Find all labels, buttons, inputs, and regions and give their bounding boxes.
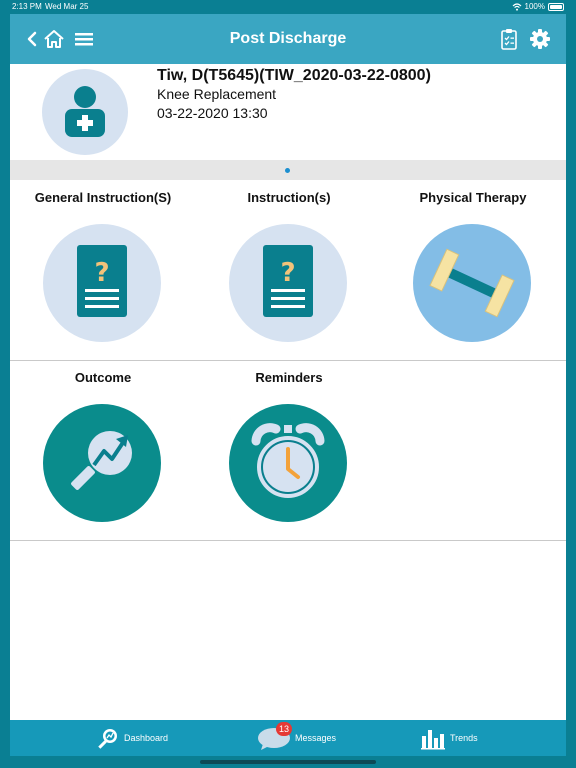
header-bar: Post Discharge: [10, 14, 566, 64]
tab-dashboard[interactable]: Dashboard: [96, 720, 168, 756]
tile-physical-therapy[interactable]: Physical Therapy: [380, 180, 566, 360]
tab-trends-label: Trends: [450, 733, 478, 743]
document-question-icon: ?: [263, 245, 313, 317]
tile-icon-circle[interactable]: [229, 404, 347, 522]
tab-trends[interactable]: Trends: [420, 720, 478, 756]
wifi-icon: [512, 3, 521, 11]
patient-procedure: Knee Replacement: [157, 86, 277, 102]
messages-count-badge: 13: [276, 722, 293, 736]
battery-icon: [548, 3, 564, 11]
tile-icon-circle[interactable]: [413, 224, 531, 342]
menu-icon[interactable]: [72, 27, 96, 51]
patient-avatar: [42, 69, 128, 155]
status-date: Wed Mar 25: [45, 2, 89, 11]
tile-label: Outcome: [74, 370, 132, 385]
document-question-icon: ?: [77, 245, 127, 317]
bar-chart-icon: [421, 730, 445, 750]
status-time: 2:13 PM: [12, 2, 42, 11]
tile-label: Instruction(s): [247, 190, 331, 205]
patient-medical-icon: [65, 86, 105, 137]
status-bar: 2:13 PM Wed Mar 25 100%: [0, 0, 576, 14]
tile-label: Reminders: [255, 370, 323, 385]
back-icon[interactable]: [20, 27, 44, 51]
tab-messages-label: Messages: [295, 733, 337, 743]
clipboard-checklist-icon[interactable]: [497, 27, 521, 51]
patient-card: Tiw, D(T5645)(TIW_2020-03-22-0800) Knee …: [10, 64, 566, 160]
app-frame: Post Discharge Tiw, D(T5645)(TIW_2020-03…: [10, 14, 566, 756]
dumbbell-icon: [429, 248, 515, 318]
patient-datetime: 03-22-2020 13:30: [157, 105, 268, 121]
battery-percent: 100%: [524, 2, 545, 11]
tile-icon-circle[interactable]: ?: [229, 224, 347, 342]
tile-label: General Instruction(S): [34, 190, 172, 205]
gear-icon[interactable]: [528, 27, 552, 51]
tab-dashboard-label: Dashboard: [124, 733, 169, 743]
page-indicator-dot[interactable]: [285, 168, 290, 173]
svg-text:?: ?: [94, 258, 109, 288]
magnifier-trend-icon: [71, 431, 132, 490]
tab-messages[interactable]: Messages: [257, 720, 336, 756]
home-icon[interactable]: [42, 27, 66, 51]
dashboard-search-icon: [98, 729, 117, 749]
tile-icon-circle[interactable]: [43, 404, 161, 522]
alarm-clock-icon: [251, 423, 325, 498]
tile-outcome[interactable]: Outcome: [10, 360, 196, 540]
row-divider: [10, 540, 566, 541]
tile-general-instructions[interactable]: General Instruction(S) ?: [10, 180, 196, 360]
patient-name: Tiw, D(T5645)(TIW_2020-03-22-0800): [157, 67, 431, 84]
bottom-tab-bar: Dashboard Messages 13 Trends: [10, 720, 566, 756]
tile-icon-circle[interactable]: ?: [43, 224, 161, 342]
page-indicator: [10, 160, 566, 180]
tile-label: Physical Therapy: [419, 190, 527, 205]
svg-text:?: ?: [280, 258, 295, 288]
tile-instructions[interactable]: Instruction(s) ?: [196, 180, 382, 360]
tile-reminders[interactable]: Reminders: [196, 360, 382, 540]
home-indicator: [200, 760, 376, 764]
status-right: 100%: [512, 0, 564, 14]
